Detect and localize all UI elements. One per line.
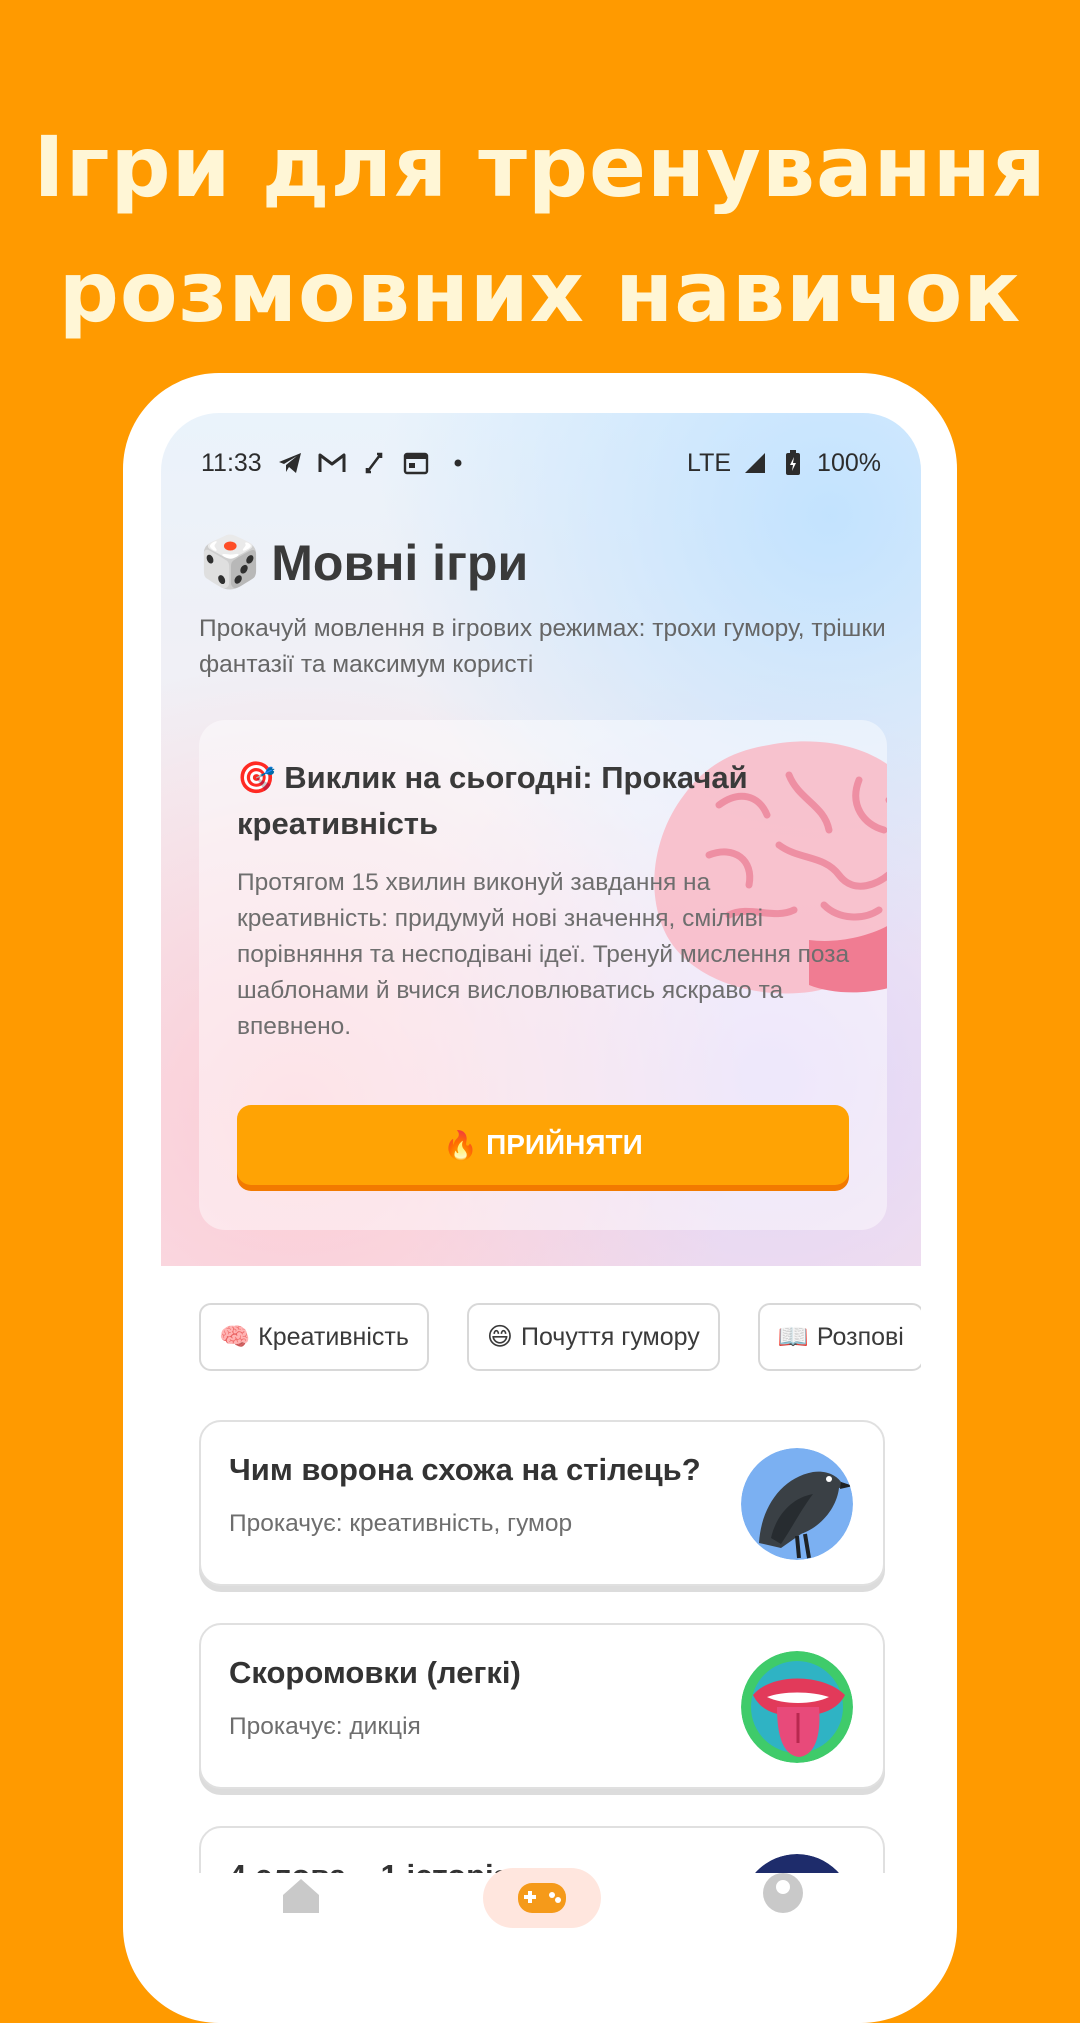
story-icon (754, 1854, 840, 1873)
page-title-text: Мовні ігри (271, 534, 529, 591)
calendar-icon (402, 449, 430, 477)
page-subtitle: Прокачуй мовлення в ігрових режимах: тро… (199, 615, 886, 678)
app-screen: 11:33 LTE 100% 🎲 Мовні ігри Прокачуй мов… (161, 413, 921, 1873)
promo-title-line-2: розмовних навичок (58, 243, 1022, 341)
game-skills: Прокачує: креативність, гумор (229, 1510, 573, 1537)
chip-label: Креативність (258, 1322, 409, 1351)
daily-challenge-card: 🎯 Виклик на сьогодні: Прокачай креативні… (199, 720, 887, 1230)
signal-icon (741, 449, 769, 477)
page-title: 🎲 Мовні ігри (199, 533, 528, 592)
gmail-icon (318, 449, 346, 477)
game-card-crow-chair[interactable]: Чим ворона схожа на стілець? Прокачує: к… (199, 1420, 885, 1586)
gamepad-icon[interactable] (502, 1873, 582, 1920)
chip-label: Розпові (816, 1322, 904, 1351)
challenge-description: Протягом 15 хвилин виконуй завдання на к… (237, 869, 850, 1040)
tongue-mouth-icon (741, 1651, 853, 1763)
fire-icon: 🔥 (443, 1129, 479, 1161)
status-bar: 11:33 LTE 100% (201, 443, 881, 483)
game-title: Чим ворона схожа на стілець? (229, 1452, 701, 1487)
target-icon: 🎯 (237, 760, 276, 795)
game-title: Скоромовки (легкі) (229, 1655, 521, 1690)
status-time: 11:33 (201, 448, 262, 477)
battery-icon (779, 449, 807, 477)
game-skills: Прокачує: дикція (229, 1713, 421, 1740)
game-card-four-words-story[interactable]: 4 слова – 1 історія (199, 1826, 885, 1873)
book-icon: 📖 (777, 1322, 809, 1351)
chip-label: Почуття гумору (520, 1322, 700, 1351)
promo-title-line-1: Ігри для тренування (33, 118, 1047, 216)
accept-button-label: ПРИЙНЯТИ (486, 1129, 643, 1160)
brain-emoji-icon: 🧠 (219, 1322, 251, 1351)
accept-challenge-button[interactable]: 🔥 ПРИЙНЯТИ (237, 1105, 849, 1185)
promo-title: Ігри для тренування розмовних навичок (0, 105, 1080, 355)
profile-icon[interactable] (743, 1873, 823, 1920)
bottom-navigation (161, 1868, 921, 1928)
chip-creativity[interactable]: 🧠 Креативність (199, 1303, 429, 1371)
chip-humor[interactable]: 😄 Почуття гумору (466, 1303, 720, 1371)
dice-icon: 🎲 (199, 534, 262, 590)
chip-storytelling[interactable]: 📖 Розпові (757, 1303, 921, 1371)
telegram-icon (276, 449, 304, 477)
challenge-title: 🎯 Виклик на сьогодні: Прокачай креативні… (237, 755, 797, 847)
game-title: 4 слова – 1 історія (229, 1858, 512, 1873)
crow-icon (741, 1448, 853, 1560)
status-battery: 100% (817, 448, 881, 477)
category-chips: 🧠 Креативність 😄 Почуття гумору 📖 Розпов… (199, 1303, 921, 1371)
game-card-tongue-twisters[interactable]: Скоромовки (легкі) Прокачує: дикція (199, 1623, 885, 1789)
dot-icon (444, 449, 472, 477)
status-network: LTE (687, 448, 732, 477)
sync-icon (360, 449, 388, 477)
home-icon[interactable] (261, 1873, 341, 1920)
smile-icon: 😄 (486, 1323, 513, 1351)
challenge-title-text: Виклик на сьогодні: Прокачай креативніст… (237, 760, 748, 841)
